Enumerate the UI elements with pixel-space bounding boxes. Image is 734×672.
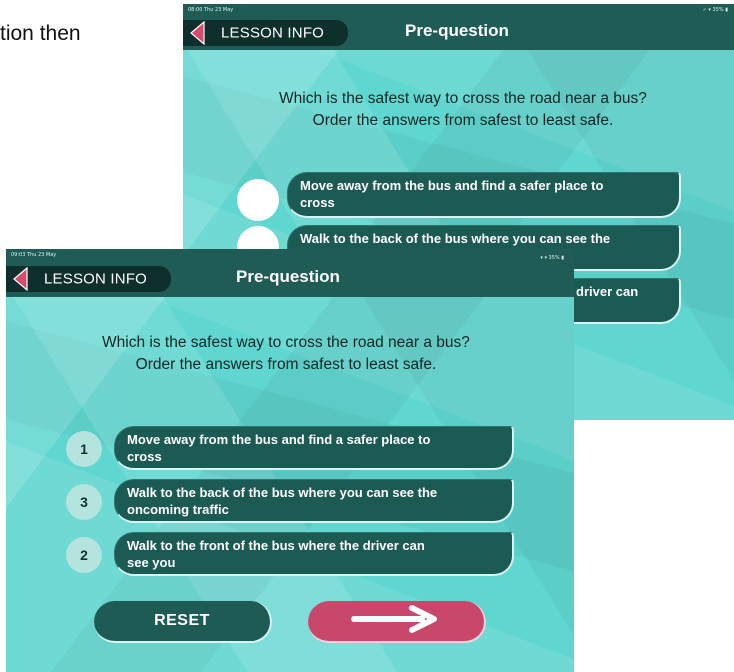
back-arrow-icon xyxy=(6,266,36,292)
prompt-line-2: Order the answers from safest to least s… xyxy=(135,356,437,373)
question-prompt: Which is the safest way to cross the roa… xyxy=(66,332,506,376)
order-number-label: 3 xyxy=(80,494,88,510)
nav-bar: 09:03 Thu 23 May ▾ ▾ 35% ▮ LESSON INFO P… xyxy=(6,249,574,297)
question-prompt: Which is the safest way to cross the roa… xyxy=(243,88,683,132)
back-arrow-icon xyxy=(183,20,213,46)
next-button[interactable] xyxy=(308,601,486,643)
answer-option[interactable]: Move away from the bus and find a safer … xyxy=(114,426,514,470)
answer-text-line: Move away from the bus and find a safer … xyxy=(127,432,431,447)
answer-option[interactable]: Walk to the back of the bus where you ca… xyxy=(114,479,514,523)
order-number-label: 2 xyxy=(80,547,88,563)
status-battery: ✓ ▾ 35% ▮ xyxy=(702,7,728,13)
status-time: 09:03 Thu 23 May xyxy=(11,252,57,258)
answer-text-line: driver can xyxy=(576,284,639,299)
nav-bar: 08:00 Thu 23 May ✓ ▾ 35% ▮ LESSON INFO P… xyxy=(183,4,734,50)
order-number-label: 1 xyxy=(80,441,88,457)
document-text: tion then xyxy=(0,22,81,45)
answer-text-line: cross xyxy=(127,449,162,464)
answer-text-line: cross xyxy=(300,195,335,210)
answer-text-line: Walk to the back of the bus where you ca… xyxy=(300,231,611,246)
answer-text-line: oncoming traffic xyxy=(127,502,229,517)
answer-order-number[interactable]: 1 xyxy=(66,431,102,467)
prompt-line-1: Which is the safest way to cross the roa… xyxy=(279,90,647,107)
answer-text-line: Move away from the bus and find a safer … xyxy=(300,178,604,193)
answer-text-line: see you xyxy=(127,555,176,570)
answer-order-number[interactable]: 3 xyxy=(66,484,102,520)
reset-button[interactable]: RESET xyxy=(94,601,272,643)
front-screenshot: 09:03 Thu 23 May ▾ ▾ 35% ▮ LESSON INFO P… xyxy=(6,249,574,672)
page-title: Pre-question xyxy=(236,267,340,286)
status-battery: ▾ ▾ 35% ▮ xyxy=(540,255,564,261)
lesson-info-label: LESSON INFO xyxy=(44,270,148,288)
answer-text-line: Walk to the front of the bus where the d… xyxy=(127,538,425,553)
answer-text-line: Walk to the back of the bus where you ca… xyxy=(127,485,438,500)
lesson-info-label: LESSON INFO xyxy=(221,24,325,42)
arrow-right-icon xyxy=(350,604,442,639)
answer-option[interactable]: Move away from the bus and find a safer … xyxy=(287,172,681,218)
lesson-info-button[interactable]: LESSON INFO xyxy=(6,266,171,292)
page-title: Pre-question xyxy=(405,21,509,40)
status-time: 08:00 Thu 23 May xyxy=(188,7,234,13)
reset-label: RESET xyxy=(154,612,210,629)
answer-option[interactable]: Walk to the front of the bus where the d… xyxy=(114,532,514,576)
prompt-line-2: Order the answers from safest to least s… xyxy=(312,112,614,129)
lesson-info-button[interactable]: LESSON INFO xyxy=(183,20,348,46)
answer-order-slot[interactable] xyxy=(237,179,279,221)
answer-order-number[interactable]: 2 xyxy=(66,537,102,573)
prompt-line-1: Which is the safest way to cross the roa… xyxy=(102,334,470,351)
